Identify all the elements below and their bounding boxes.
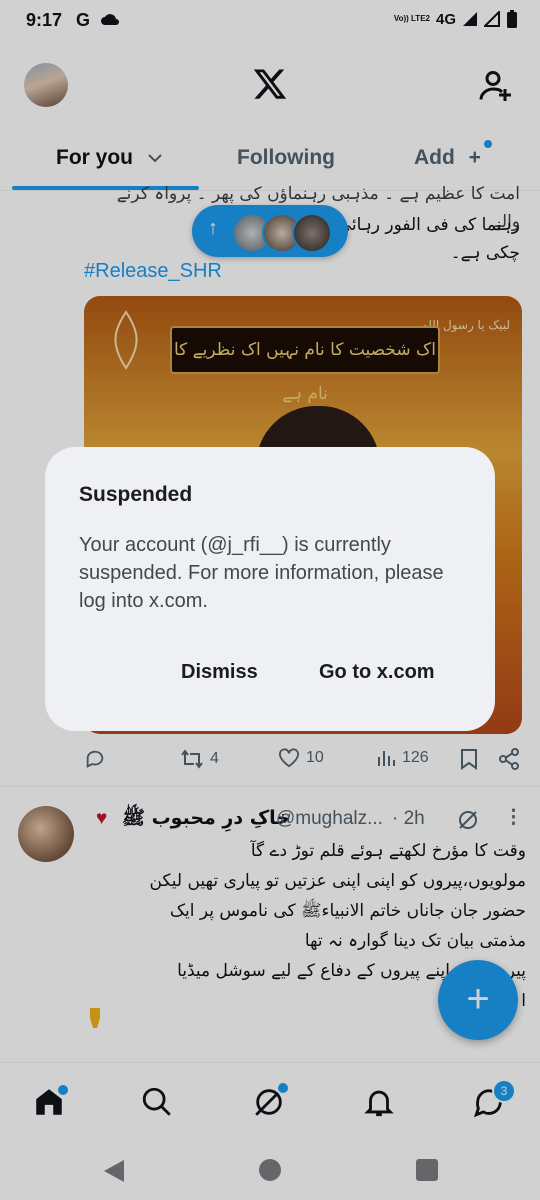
dismiss-button[interactable]: Dismiss [181,661,258,684]
dialog-title: Suspended [79,483,193,506]
go-to-x-button[interactable]: Go to x.com [319,661,435,684]
suspended-dialog: Suspended Your account (@j_rfi__) is cur… [45,447,495,731]
dialog-message: Your account (@j_rfi__) is currently sus… [79,534,444,612]
